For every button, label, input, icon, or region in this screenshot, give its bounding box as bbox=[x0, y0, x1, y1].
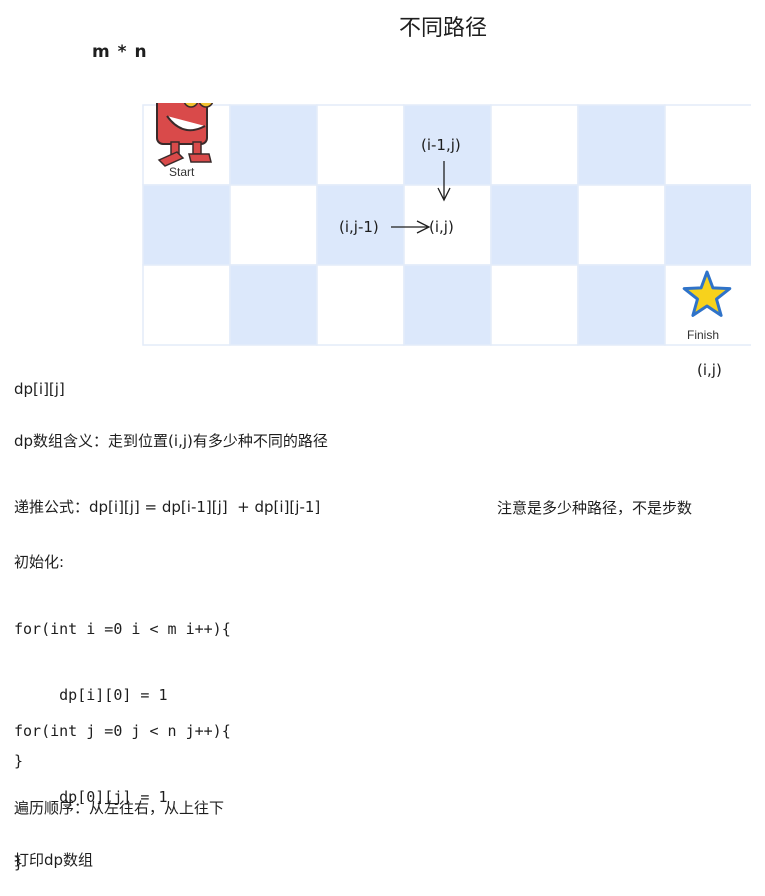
init-title: 初始化: bbox=[14, 553, 65, 571]
grid-dimension-label: m * n bbox=[92, 42, 148, 62]
grid-cell bbox=[316, 264, 405, 346]
grid-cell bbox=[403, 264, 492, 346]
label-top-cell: (i-1,j) bbox=[421, 136, 461, 154]
caution-note: 注意是多少种路径，不是步数 bbox=[497, 499, 693, 517]
label-target-cell: (i,j) bbox=[429, 218, 454, 236]
grid-cell bbox=[229, 104, 318, 186]
grid-cell bbox=[664, 184, 751, 266]
grid-cell bbox=[490, 264, 579, 346]
grid-cell bbox=[490, 104, 579, 186]
code-line: for(int j =0 j < n j++){ bbox=[14, 722, 231, 740]
recurrence-formula: 递推公式：dp[i][j] = dp[i-1][j] + dp[i][j-1] bbox=[14, 498, 321, 516]
grid-cell bbox=[142, 184, 231, 266]
grid-cell bbox=[577, 264, 666, 346]
dp-meaning: dp数组含义：走到位置(i,j)有多少种不同的路径 bbox=[14, 432, 328, 450]
grid-cell bbox=[316, 104, 405, 186]
finish-coordinate: (i,j) bbox=[697, 361, 722, 379]
dp-symbol: dp[i][j] bbox=[14, 380, 65, 398]
grid-cell bbox=[229, 264, 318, 346]
code-line: for(int i =0 i < m i++){ bbox=[14, 620, 231, 638]
grid-cell bbox=[577, 184, 666, 266]
grid-cell bbox=[490, 184, 579, 266]
grid-cell bbox=[577, 104, 666, 186]
traversal-order: 遍历顺序：从左往右，从上往下 bbox=[14, 799, 225, 817]
page-title: 不同路径 bbox=[399, 16, 488, 41]
finish-label: Finish bbox=[687, 328, 719, 342]
grid-cell bbox=[142, 264, 231, 346]
print-note: 打印dp数组 bbox=[14, 851, 94, 869]
grid-cell bbox=[229, 184, 318, 266]
grid-svg: Start Finish (i-1,j) (i,j-1) (i,j) bbox=[142, 103, 751, 346]
label-left-cell: (i,j-1) bbox=[339, 218, 379, 236]
path-grid: Start Finish (i-1,j) (i,j-1) (i,j) bbox=[141, 103, 751, 349]
start-label: Start bbox=[169, 165, 195, 179]
grid-cell bbox=[664, 104, 751, 186]
